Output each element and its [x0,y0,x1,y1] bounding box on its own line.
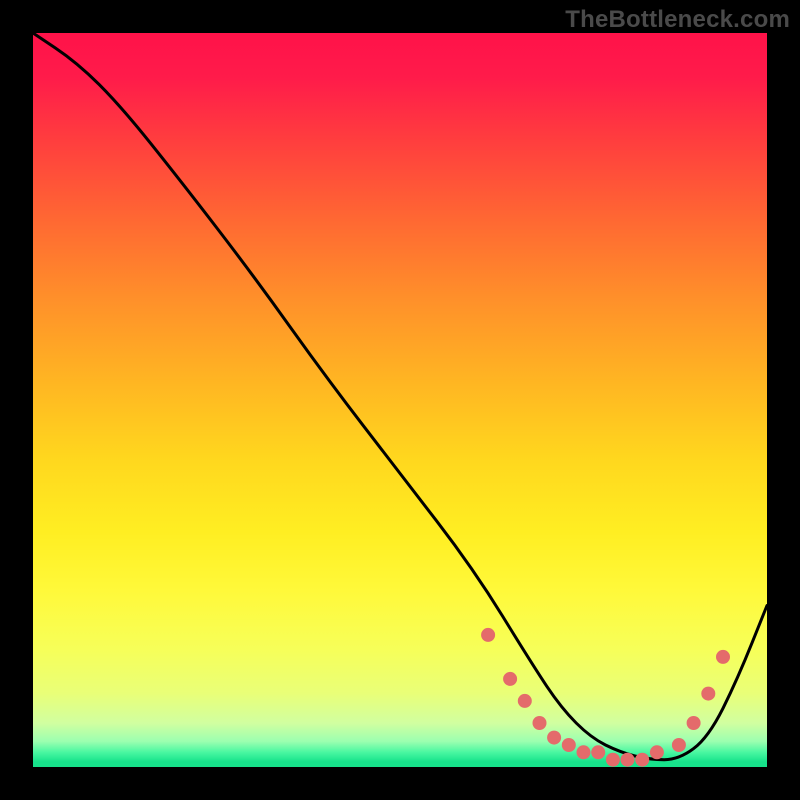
chart-line [33,33,767,760]
chart-marker [562,738,576,752]
chart-marker [606,753,620,767]
chart-marker [650,745,664,759]
chart-frame: TheBottleneck.com [0,0,800,800]
chart-svg [33,33,767,767]
plot-area [33,33,767,767]
watermark-text: TheBottleneck.com [565,6,790,34]
chart-marker [621,753,635,767]
chart-marker [518,694,532,708]
chart-marker [672,738,686,752]
chart-marker [635,753,649,767]
chart-marker [547,731,561,745]
chart-marker [481,628,495,642]
chart-marker [716,650,730,664]
chart-marker [701,687,715,701]
chart-marker [577,745,591,759]
chart-marker [687,716,701,730]
chart-marker [533,716,547,730]
chart-marker [503,672,517,686]
chart-marker [591,745,605,759]
